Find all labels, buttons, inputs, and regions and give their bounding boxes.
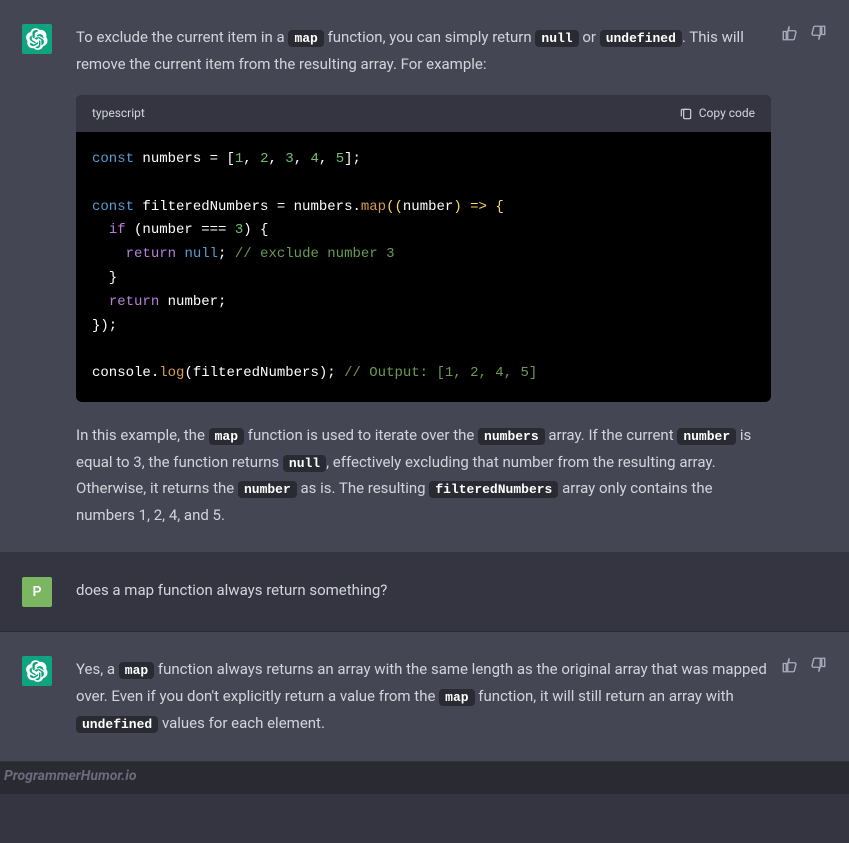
message-content: does a map function always return someth… [76,577,827,607]
text: In this example, the [76,426,209,444]
text: function, you can simply return [324,28,536,46]
thumbs-down-button[interactable] [809,656,827,674]
inline-code: filteredNumbers [429,481,558,498]
inline-code: map [119,662,154,679]
thumbs-down-icon [809,24,827,42]
inline-code: map [209,428,244,445]
code-language: typescript [92,103,145,124]
paragraph: In this example, the map function is use… [76,422,771,529]
inline-code: undefined [76,716,158,733]
user-text: does a map function always return someth… [76,577,771,603]
assistant-message: Yes, a map function always returns an ar… [0,632,849,761]
thumbs-up-icon [781,656,799,674]
feedback-buttons [781,24,827,42]
thumbs-up-icon [781,24,799,42]
thumbs-down-button[interactable] [809,24,827,42]
openai-logo-icon [26,660,48,682]
user-avatar: P [22,577,52,607]
text: function, it will still return an array … [475,687,734,705]
paragraph: Yes, a map function always returns an ar… [76,656,771,736]
message-content: To exclude the current item in a map fun… [76,24,827,528]
code-header: typescript Copy code [76,95,771,132]
code-block: typescript Copy code const numbers = [1,… [76,95,771,402]
text: Yes, a [76,660,119,678]
watermark: ProgrammerHumor.io [0,762,849,795]
openai-logo-icon [26,28,48,50]
text: as is. The resulting [297,479,430,497]
inline-code: null [283,455,326,472]
inline-code: map [439,689,474,706]
code-body: const numbers = [1, 2, 3, 4, 5]; const f… [76,132,771,402]
thumbs-up-button[interactable] [781,656,799,674]
inline-code: number [238,481,297,498]
inline-code: map [288,30,323,47]
thumbs-down-icon [809,656,827,674]
text: or [579,28,600,46]
inline-code: number [677,428,736,445]
thumbs-up-button[interactable] [781,24,799,42]
user-message: P does a map function always return some… [0,553,849,632]
inline-code: numbers [478,428,545,445]
assistant-message: To exclude the current item in a map fun… [0,0,849,553]
feedback-buttons [781,656,827,674]
text: To exclude the current item in a [76,28,288,46]
assistant-avatar [22,656,52,686]
copy-label: Copy code [699,103,755,124]
copy-code-button[interactable]: Copy code [679,103,755,124]
inline-code: null [535,30,578,47]
clipboard-icon [679,107,693,121]
inline-code: undefined [600,30,682,47]
message-content: Yes, a map function always returns an ar… [76,656,827,736]
assistant-avatar [22,24,52,54]
text: function is used to iterate over the [244,426,478,444]
paragraph: To exclude the current item in a map fun… [76,24,771,77]
text: values for each element. [158,714,325,732]
avatar-letter: P [33,580,42,605]
text: array. If the current [545,426,678,444]
